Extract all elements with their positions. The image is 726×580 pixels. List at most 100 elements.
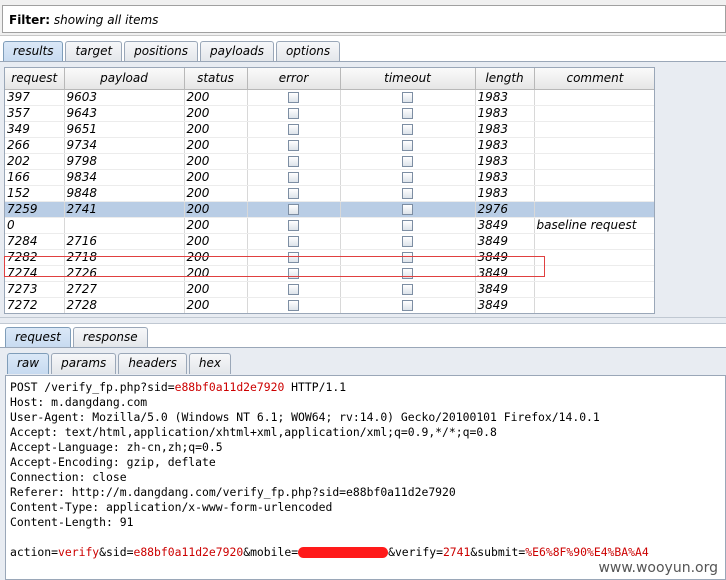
cell-status: 200 <box>184 233 248 250</box>
cell-error <box>247 121 341 138</box>
cell-error <box>247 137 341 154</box>
col-error[interactable]: error <box>247 68 341 90</box>
tab-target[interactable]: target <box>65 41 123 62</box>
cell-comment <box>534 297 654 313</box>
tab-params[interactable]: params <box>51 353 117 374</box>
timeout-checkbox[interactable] <box>402 235 413 247</box>
raw-request-text[interactable]: POST /verify_fp.php?sid=e88bf0a11d2e7920… <box>5 375 726 580</box>
header-line: Connection: close <box>10 470 127 484</box>
error-checkbox[interactable] <box>288 139 299 151</box>
cell-timeout <box>340 169 476 186</box>
tab-headers[interactable]: headers <box>118 353 187 374</box>
cell-timeout <box>340 233 476 250</box>
timeout-checkbox[interactable] <box>402 283 413 295</box>
timeout-checkbox[interactable] <box>402 91 413 103</box>
tab-results[interactable]: results <box>3 41 64 62</box>
error-checkbox[interactable] <box>288 107 299 119</box>
cell-status: 200 <box>184 281 248 298</box>
table-row[interactable]: 7282 2718 200 3849 <box>5 249 654 266</box>
table-row[interactable]: 357 9643 200 1983 <box>5 105 654 122</box>
cell-request: 7284 <box>5 233 65 250</box>
results-table: request payload status error timeout len… <box>5 68 654 313</box>
view-tabs: raw params headers hex <box>7 352 233 374</box>
timeout-checkbox[interactable] <box>402 203 413 215</box>
table-row[interactable]: 166 9834 200 1983 <box>5 169 654 186</box>
tab-payloads[interactable]: payloads <box>199 41 274 62</box>
cell-payload: 2727 <box>64 281 185 298</box>
cell-status: 200 <box>184 249 248 266</box>
table-row[interactable]: 7274 2726 200 3849 <box>5 265 654 282</box>
cell-request: 7273 <box>5 281 65 298</box>
table-row[interactable]: 7272 2728 200 3849 <box>5 297 654 313</box>
col-length[interactable]: length <box>475 68 535 90</box>
timeout-checkbox[interactable] <box>402 123 413 135</box>
timeout-checkbox[interactable] <box>402 219 413 231</box>
cell-request: 7274 <box>5 265 65 282</box>
tab-request[interactable]: request <box>5 327 71 348</box>
tab-hex[interactable]: hex <box>188 353 231 374</box>
cell-comment <box>534 281 654 298</box>
timeout-checkbox[interactable] <box>402 299 413 311</box>
timeout-checkbox[interactable] <box>402 251 413 263</box>
table-row[interactable]: 7259 2741 200 2976 <box>5 201 654 218</box>
table-row[interactable]: 7284 2716 200 3849 <box>5 233 654 250</box>
tab-options[interactable]: options <box>275 41 341 62</box>
col-comment[interactable]: comment <box>534 68 654 90</box>
error-checkbox[interactable] <box>288 171 299 183</box>
cell-status: 200 <box>184 297 248 313</box>
table-row[interactable]: 266 9734 200 1983 <box>5 137 654 154</box>
cell-status: 200 <box>184 137 248 154</box>
filter-bar: Filter: showing all items <box>0 0 726 36</box>
error-checkbox[interactable] <box>288 267 299 279</box>
cell-comment <box>534 169 654 186</box>
error-checkbox[interactable] <box>288 299 299 311</box>
error-checkbox[interactable] <box>288 203 299 215</box>
timeout-checkbox[interactable] <box>402 139 413 151</box>
request-response-tabs: request response <box>5 326 150 348</box>
error-checkbox[interactable] <box>288 251 299 263</box>
timeout-checkbox[interactable] <box>402 267 413 279</box>
tab-positions[interactable]: positions <box>124 41 198 62</box>
tab-response[interactable]: response <box>72 327 148 348</box>
col-request[interactable]: request <box>5 68 65 90</box>
timeout-checkbox[interactable] <box>402 187 413 199</box>
body-key: mobile <box>250 545 292 559</box>
error-checkbox[interactable] <box>288 235 299 247</box>
table-row[interactable]: 7273 2727 200 3849 <box>5 281 654 298</box>
request-line-sid: e88bf0a11d2e7920 <box>174 380 285 394</box>
tab-raw[interactable]: raw <box>7 353 50 374</box>
pane-splitter[interactable] <box>0 317 726 324</box>
cell-payload: 2728 <box>64 297 185 313</box>
timeout-checkbox[interactable] <box>402 155 413 167</box>
timeout-checkbox[interactable] <box>402 107 413 119</box>
error-checkbox[interactable] <box>288 91 299 103</box>
cell-comment <box>534 249 654 266</box>
table-row[interactable]: 349 9651 200 1983 <box>5 121 654 138</box>
error-checkbox[interactable] <box>288 155 299 167</box>
col-payload[interactable]: payload <box>64 68 185 90</box>
table-row[interactable]: 202 9798 200 1983 <box>5 153 654 170</box>
error-checkbox[interactable] <box>288 123 299 135</box>
error-checkbox[interactable] <box>288 219 299 231</box>
watermark: www.wooyun.org <box>596 560 720 576</box>
error-checkbox[interactable] <box>288 283 299 295</box>
cell-timeout <box>340 217 476 234</box>
table-row[interactable]: 152 9848 200 1983 <box>5 185 654 202</box>
col-status[interactable]: status <box>184 68 248 90</box>
table-row[interactable]: 397 9603 200 1983 <box>5 89 654 106</box>
filter-box[interactable]: Filter: showing all items <box>2 5 726 33</box>
timeout-checkbox[interactable] <box>402 171 413 183</box>
cell-request: 0 <box>5 217 65 234</box>
cell-length: 3849 <box>475 265 535 282</box>
results-table-container[interactable]: request payload status error timeout len… <box>4 67 655 314</box>
table-row[interactable]: 0 200 3849 baseline request <box>5 217 654 234</box>
cell-error <box>247 217 341 234</box>
error-checkbox[interactable] <box>288 187 299 199</box>
cell-length: 3849 <box>475 249 535 266</box>
cell-error <box>247 233 341 250</box>
body-value: e88bf0a11d2e7920 <box>133 545 244 559</box>
col-timeout[interactable]: timeout <box>340 68 476 90</box>
cell-comment <box>534 153 654 170</box>
cell-length: 1983 <box>475 121 535 138</box>
cell-payload: 9643 <box>64 105 185 122</box>
